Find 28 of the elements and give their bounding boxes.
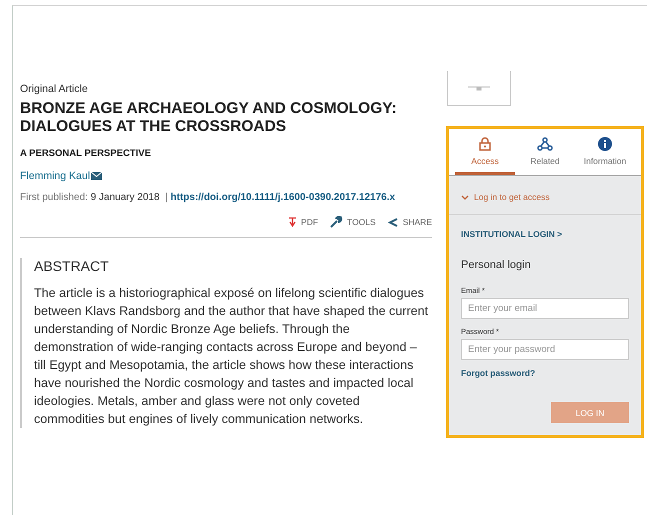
article-title: BRONZE AGE ARCHAEOLOGY AND COSMOLOGY: DIALOGUES AT THE CROSSROADS	[20, 100, 398, 136]
access-toggle[interactable]: Log in to get access	[449, 176, 641, 215]
info-icon	[598, 137, 612, 151]
password-field[interactable]: Enter your password	[461, 339, 629, 360]
share-button[interactable]: SHARE	[388, 216, 432, 228]
panel-tab[interactable]: Access	[455, 137, 515, 175]
publication-info: First published: 9 January 2018 | https://doi.org/10.1111/j.1600-0390.2017.12176.x	[20, 192, 396, 203]
cover-thumbnail[interactable]	[447, 71, 511, 106]
author-link[interactable]: Flemming Kaul	[20, 170, 90, 182]
tools-button[interactable]: TOOLS	[330, 216, 376, 228]
email-field[interactable]: Enter your email	[461, 298, 629, 319]
forgot-password-link[interactable]: Forgot password?	[461, 368, 629, 378]
abstract-heading: ABSTRACT	[34, 258, 110, 274]
personal-login-heading: Personal login	[461, 259, 532, 271]
article-type: Original Article	[20, 83, 89, 95]
share-icon	[388, 216, 399, 228]
article-subtitle: A PERSONAL PERSPECTIVE	[20, 148, 152, 159]
lock-icon	[479, 137, 491, 151]
chevron-icon	[461, 194, 469, 200]
panel-tab[interactable]: Related	[515, 137, 575, 175]
pdf-button[interactable]: PDF	[288, 216, 318, 228]
abstract-text: The article is a historiographical exposé on lifelong scientific dialogues between Klavs Randsborg and the author that have shaped the current understanding of Nordic Bronze Age beliefs. Through the demonstration of wide-ranging contacts across Europe and beyond – till Egypt and Mesopotamia, the article shows how these interactions have nourished the Nordic cosmology and tastes and impacted local ideologies. Metals, amber and glass were not only coveted commodities but engines of lively communication networks.	[34, 285, 430, 428]
thumbnail-icon	[468, 85, 490, 91]
doi-link[interactable]: https://doi.org/10.1111/j.1600-0390.2017.12176.x	[170, 192, 396, 203]
panel-tab[interactable]: Information	[575, 137, 635, 175]
network-icon	[537, 137, 553, 151]
mail-icon[interactable]	[91, 172, 102, 180]
institutional-login-link[interactable]: INSTITUTIONAL LOGIN >	[449, 215, 641, 239]
